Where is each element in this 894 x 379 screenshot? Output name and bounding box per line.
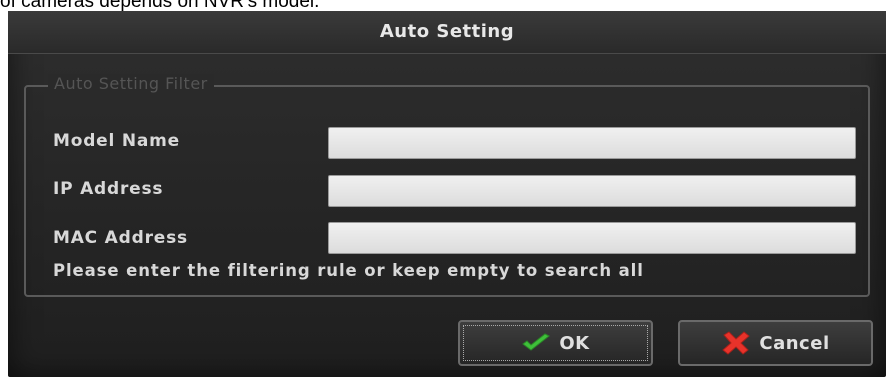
auto-setting-dialog: Auto Setting Auto Setting Filter Model N… [8, 11, 886, 377]
mac-address-input[interactable] [328, 222, 856, 254]
cancel-button[interactable]: Cancel [678, 320, 873, 366]
mac-address-label: MAC Address [53, 228, 188, 248]
ip-address-input[interactable] [328, 175, 856, 207]
ip-address-label: IP Address [53, 179, 164, 199]
dialog-title-bar: Auto Setting [8, 11, 886, 54]
filter-hint-text: Please enter the filtering rule or keep … [53, 261, 644, 280]
filter-group-legend: Auto Setting Filter [48, 74, 214, 93]
cancel-button-label: Cancel [759, 332, 830, 354]
model-name-label: Model Name [53, 131, 180, 151]
x-mark-icon [721, 331, 751, 355]
dialog-title: Auto Setting [379, 21, 515, 42]
ok-button-label: OK [559, 332, 590, 354]
model-name-input[interactable] [328, 127, 856, 159]
ok-button[interactable]: OK [458, 320, 653, 366]
checkmark-icon [521, 333, 551, 353]
auto-setting-filter-group: Auto Setting Filter Model Name IP Addres… [24, 74, 870, 297]
